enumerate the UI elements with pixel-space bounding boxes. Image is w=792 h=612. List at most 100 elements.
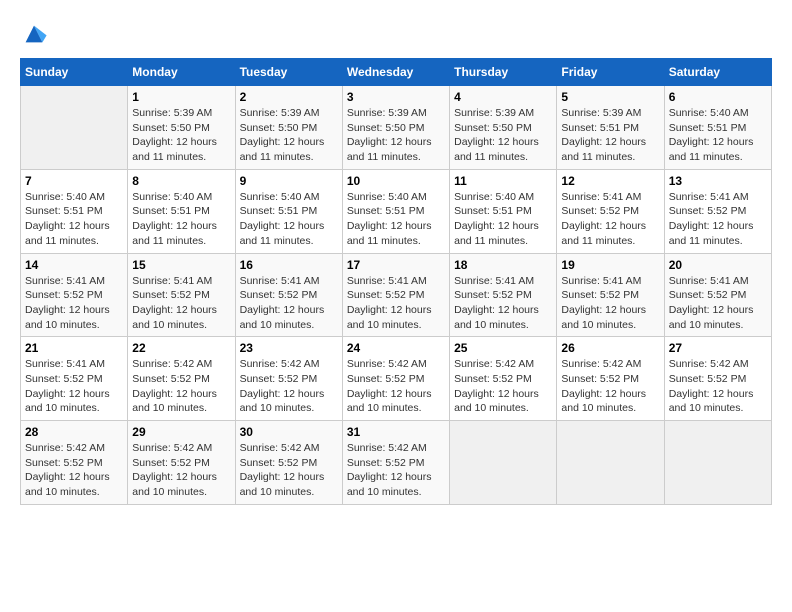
day-info: Sunrise: 5:41 AM Sunset: 5:52 PM Dayligh… [669,190,767,249]
day-number: 27 [669,341,767,355]
day-number: 3 [347,90,445,104]
day-info: Sunrise: 5:42 AM Sunset: 5:52 PM Dayligh… [669,357,767,416]
day-info: Sunrise: 5:41 AM Sunset: 5:52 PM Dayligh… [347,274,445,333]
calendar-cell: 19 Sunrise: 5:41 AM Sunset: 5:52 PM Dayli… [557,253,664,337]
day-info: Sunrise: 5:40 AM Sunset: 5:51 PM Dayligh… [25,190,123,249]
calendar-cell: 6Sunrise: 5:40 AM Sunset: 5:51 PM Daylig… [664,86,771,170]
day-info: Sunrise: 5:41 AM Sunset: 5:52 PM Dayligh… [240,274,338,333]
day-info: Sunrise: 5:41 AM Sunset: 5:52 PM Dayligh… [561,190,659,249]
col-thursday: Thursday [450,59,557,86]
calendar-cell: 24 Sunrise: 5:42 AM Sunset: 5:52 PM Dayli… [342,337,449,421]
day-number: 31 [347,425,445,439]
day-number: 5 [561,90,659,104]
calendar-cell: 1 Sunrise: 5:39 AM Sunset: 5:50 PM Daylig… [128,86,235,170]
col-sunday: Sunday [21,59,128,86]
day-info: Sunrise: 5:41 AM Sunset: 5:52 PM Dayligh… [132,274,230,333]
day-info: Sunrise: 5:42 AM Sunset: 5:52 PM Dayligh… [347,441,445,500]
calendar-cell: 7 Sunrise: 5:40 AM Sunset: 5:51 PM Daylig… [21,169,128,253]
calendar-week-row: 28 Sunrise: 5:42 AM Sunset: 5:52 PM Dayli… [21,421,772,505]
calendar-cell: 14 Sunrise: 5:41 AM Sunset: 5:52 PM Dayli… [21,253,128,337]
day-info: Sunrise: 5:42 AM Sunset: 5:52 PM Dayligh… [561,357,659,416]
logo-icon [20,20,48,48]
day-info: Sunrise: 5:39 AM Sunset: 5:50 PM Dayligh… [347,106,445,165]
day-number: 12 [561,174,659,188]
day-number: 16 [240,258,338,272]
calendar-cell: 28 Sunrise: 5:42 AM Sunset: 5:52 PM Dayli… [21,421,128,505]
day-number: 22 [132,341,230,355]
calendar-cell: 12 Sunrise: 5:41 AM Sunset: 5:52 PM Dayli… [557,169,664,253]
day-info: Sunrise: 5:39 AM Sunset: 5:50 PM Dayligh… [240,106,338,165]
day-number: 15 [132,258,230,272]
day-number: 20 [669,258,767,272]
day-info: Sunrise: 5:40 AM Sunset: 5:51 PM Dayligh… [347,190,445,249]
calendar-cell [450,421,557,505]
calendar-cell: 11Sunrise: 5:40 AM Sunset: 5:51 PM Dayli… [450,169,557,253]
calendar-week-row: 21Sunrise: 5:41 AM Sunset: 5:52 PM Dayli… [21,337,772,421]
day-number: 8 [132,174,230,188]
calendar-cell: 10Sunrise: 5:40 AM Sunset: 5:51 PM Dayli… [342,169,449,253]
day-number: 7 [25,174,123,188]
day-info: Sunrise: 5:39 AM Sunset: 5:50 PM Dayligh… [132,106,230,165]
day-info: Sunrise: 5:42 AM Sunset: 5:52 PM Dayligh… [132,357,230,416]
calendar-cell: 17 Sunrise: 5:41 AM Sunset: 5:52 PM Dayli… [342,253,449,337]
calendar-cell [21,86,128,170]
calendar-cell: 4Sunrise: 5:39 AM Sunset: 5:50 PM Daylig… [450,86,557,170]
day-number: 19 [561,258,659,272]
day-number: 25 [454,341,552,355]
day-info: Sunrise: 5:41 AM Sunset: 5:52 PM Dayligh… [561,274,659,333]
calendar-cell: 16 Sunrise: 5:41 AM Sunset: 5:52 PM Dayli… [235,253,342,337]
day-info: Sunrise: 5:41 AM Sunset: 5:52 PM Dayligh… [25,274,123,333]
day-number: 23 [240,341,338,355]
day-info: Sunrise: 5:41 AM Sunset: 5:52 PM Dayligh… [25,357,123,416]
calendar-cell: 8 Sunrise: 5:40 AM Sunset: 5:51 PM Daylig… [128,169,235,253]
calendar-cell: 20 Sunrise: 5:41 AM Sunset: 5:52 PM Dayli… [664,253,771,337]
calendar-table: Sunday Monday Tuesday Wednesday Thursday… [20,58,772,505]
day-number: 24 [347,341,445,355]
day-info: Sunrise: 5:40 AM Sunset: 5:51 PM Dayligh… [454,190,552,249]
calendar-cell: 18 Sunrise: 5:41 AM Sunset: 5:52 PM Dayli… [450,253,557,337]
day-number: 1 [132,90,230,104]
calendar-cell: 23 Sunrise: 5:42 AM Sunset: 5:52 PM Dayli… [235,337,342,421]
calendar-cell: 27 Sunrise: 5:42 AM Sunset: 5:52 PM Dayli… [664,337,771,421]
day-number: 28 [25,425,123,439]
day-info: Sunrise: 5:39 AM Sunset: 5:51 PM Dayligh… [561,106,659,165]
calendar-cell: 26 Sunrise: 5:42 AM Sunset: 5:52 PM Dayli… [557,337,664,421]
logo [20,20,52,48]
day-info: Sunrise: 5:42 AM Sunset: 5:52 PM Dayligh… [240,357,338,416]
calendar-cell: 25Sunrise: 5:42 AM Sunset: 5:52 PM Dayli… [450,337,557,421]
page-header [20,20,772,48]
calendar-week-row: 14 Sunrise: 5:41 AM Sunset: 5:52 PM Dayli… [21,253,772,337]
calendar-cell: 2 Sunrise: 5:39 AM Sunset: 5:50 PM Daylig… [235,86,342,170]
col-monday: Monday [128,59,235,86]
day-number: 13 [669,174,767,188]
day-number: 18 [454,258,552,272]
calendar-cell: 31 Sunrise: 5:42 AM Sunset: 5:52 PM Dayli… [342,421,449,505]
day-number: 2 [240,90,338,104]
day-info: Sunrise: 5:40 AM Sunset: 5:51 PM Dayligh… [132,190,230,249]
calendar-cell: 5 Sunrise: 5:39 AM Sunset: 5:51 PM Daylig… [557,86,664,170]
day-info: Sunrise: 5:40 AM Sunset: 5:51 PM Dayligh… [240,190,338,249]
calendar-week-row: 7 Sunrise: 5:40 AM Sunset: 5:51 PM Daylig… [21,169,772,253]
day-info: Sunrise: 5:39 AM Sunset: 5:50 PM Dayligh… [454,106,552,165]
day-info: Sunrise: 5:42 AM Sunset: 5:52 PM Dayligh… [347,357,445,416]
calendar-cell: 15 Sunrise: 5:41 AM Sunset: 5:52 PM Dayli… [128,253,235,337]
calendar-cell: 3 Sunrise: 5:39 AM Sunset: 5:50 PM Daylig… [342,86,449,170]
calendar-week-row: 1 Sunrise: 5:39 AM Sunset: 5:50 PM Daylig… [21,86,772,170]
day-number: 17 [347,258,445,272]
calendar-cell: 21Sunrise: 5:41 AM Sunset: 5:52 PM Dayli… [21,337,128,421]
day-number: 14 [25,258,123,272]
day-info: Sunrise: 5:42 AM Sunset: 5:52 PM Dayligh… [25,441,123,500]
calendar-cell [557,421,664,505]
col-wednesday: Wednesday [342,59,449,86]
calendar-cell: 30Sunrise: 5:42 AM Sunset: 5:52 PM Dayli… [235,421,342,505]
day-number: 29 [132,425,230,439]
day-number: 6 [669,90,767,104]
day-number: 9 [240,174,338,188]
day-info: Sunrise: 5:41 AM Sunset: 5:52 PM Dayligh… [454,274,552,333]
day-number: 30 [240,425,338,439]
day-info: Sunrise: 5:42 AM Sunset: 5:52 PM Dayligh… [132,441,230,500]
day-number: 26 [561,341,659,355]
col-saturday: Saturday [664,59,771,86]
calendar-cell: 29 Sunrise: 5:42 AM Sunset: 5:52 PM Dayli… [128,421,235,505]
day-info: Sunrise: 5:41 AM Sunset: 5:52 PM Dayligh… [669,274,767,333]
